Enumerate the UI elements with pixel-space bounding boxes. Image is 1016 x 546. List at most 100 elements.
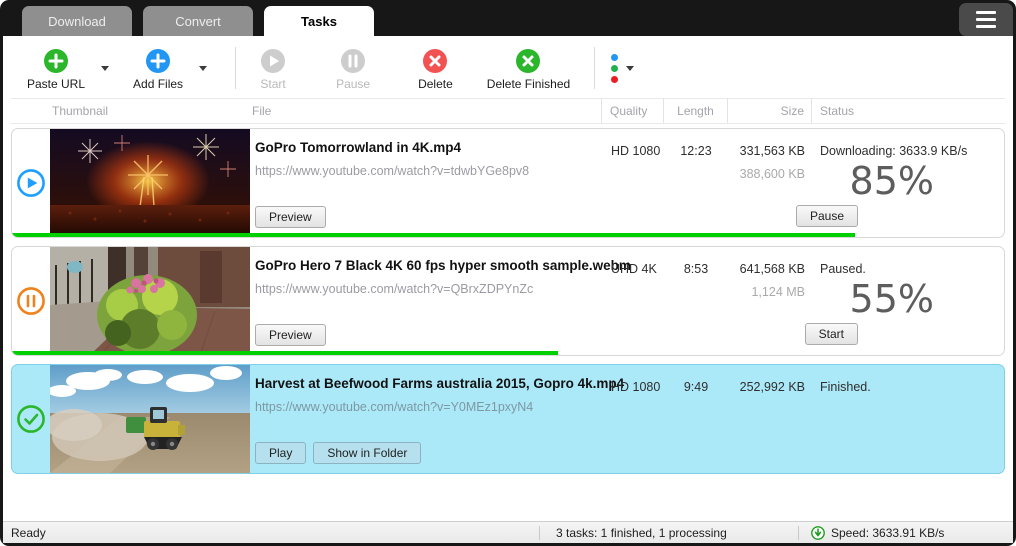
status-text: Paused. [820, 262, 866, 276]
task-row-finished[interactable]: Harvest at Beefwood Farms australia 2015… [11, 364, 1005, 474]
file-title: GoPro Hero 7 Black 4K 60 fps hyper smoot… [255, 258, 631, 273]
size-downloaded: 252,992 KB [739, 380, 805, 394]
preview-button[interactable]: Preview [255, 206, 326, 228]
paste-url-button[interactable]: Paste URL [17, 44, 95, 93]
status-cell: Finished. [812, 365, 1004, 473]
file-cell: Harvest at Beefwood Farms australia 2015… [250, 365, 625, 473]
tab-convert[interactable]: Convert [143, 6, 253, 36]
status-text: Downloading: 3633.9 KB/s [820, 144, 968, 158]
delete-button[interactable]: Delete [408, 44, 463, 93]
pause-button[interactable]: Pause [326, 44, 380, 93]
row-pause-button[interactable]: Pause [795, 205, 858, 227]
length-cell: 8:53 [683, 262, 709, 276]
show-in-folder-button[interactable]: Show in Folder [313, 442, 422, 464]
statusbar: Ready 3 tasks: 1 finished, 1 processing … [3, 521, 1013, 543]
file-cell: GoPro Tomorrowland in 4K.mp4 https://www… [250, 129, 602, 237]
toolbar-separator [235, 47, 237, 89]
length-cell: 9:49 [683, 380, 709, 394]
size-cell: 641,568 KB 1,124 MB [728, 247, 812, 355]
tab-download[interactable]: Download [22, 6, 132, 36]
row-state-cell [12, 247, 50, 355]
delete-label: Delete [418, 76, 453, 91]
titlebar: Download Convert Tasks [0, 0, 1016, 36]
delete-finished-button[interactable]: Delete Finished [477, 44, 580, 93]
red-dot-icon [611, 75, 619, 83]
tab-download-label: Download [48, 13, 106, 29]
toolbar-separator [594, 47, 596, 89]
statusbar-separator [539, 525, 540, 540]
statusbar-separator [798, 525, 799, 540]
tab-convert-label: Convert [175, 13, 221, 29]
start-label: Start [260, 76, 286, 91]
statusbar-speed-text: Speed: 3633.91 KB/s [831, 525, 945, 540]
statusbar-task-summary: 3 tasks: 1 finished, 1 processing [556, 525, 727, 540]
start-button[interactable]: Start [250, 44, 296, 93]
green-dot-icon [611, 64, 619, 72]
file-title: GoPro Tomorrowland in 4K.mp4 [255, 140, 462, 155]
file-title: Harvest at Beefwood Farms australia 2015… [255, 376, 625, 391]
check-state-icon [17, 405, 45, 433]
progress-bar [12, 351, 558, 355]
add-files-button[interactable]: Add Files [123, 44, 193, 93]
progress-bar [12, 233, 856, 237]
length-cell: 12:23 [680, 144, 712, 158]
file-cell: GoPro Hero 7 Black 4K 60 fps hyper smoot… [250, 247, 631, 355]
plus-circle-green-icon [44, 48, 69, 73]
thumbnail-street-flowers[interactable] [50, 247, 250, 355]
thumbnail-fireworks[interactable] [50, 129, 250, 237]
size-cell: 252,992 KB [728, 365, 812, 473]
quality-cell: UHD 4K [611, 262, 657, 276]
header-size[interactable]: Size [727, 99, 811, 123]
header-file[interactable]: File [249, 99, 601, 123]
x-circle-red-icon [423, 48, 448, 73]
quality-cell: HD 1080 [611, 144, 661, 158]
row-start-button[interactable]: Start [804, 323, 858, 345]
row-state-cell [12, 365, 50, 473]
header-quality[interactable]: Quality [601, 99, 663, 123]
add-files-dropdown-caret-icon[interactable] [199, 65, 208, 71]
file-url: https://www.youtube.com/watch?v=tdwbYGe8… [255, 164, 530, 178]
size-downloaded: 331,563 KB [739, 144, 805, 158]
pause-label: Pause [336, 76, 371, 91]
dots-menu-dropdown-caret-icon[interactable] [626, 65, 635, 71]
blue-dot-icon [611, 53, 619, 61]
statusbar-ready: Ready [11, 525, 46, 540]
color-dots-menu-button[interactable] [609, 53, 620, 83]
task-row-paused[interactable]: GoPro Hero 7 Black 4K 60 fps hyper smoot… [11, 246, 1005, 356]
size-total: 388,600 KB [739, 167, 805, 181]
statusbar-speed: Speed: 3633.91 KB/s [807, 526, 1005, 540]
file-url: https://www.youtube.com/watch?v=QBrxZDPY… [255, 282, 534, 296]
x-circle-green-icon [516, 48, 541, 73]
plus-circle-blue-icon [146, 48, 171, 73]
play-circle-icon [261, 48, 286, 73]
pause-state-icon [17, 287, 45, 315]
tab-tasks-label: Tasks [301, 13, 337, 29]
hamburger-menu-button[interactable] [959, 3, 1013, 36]
tab-tasks[interactable]: Tasks [264, 6, 374, 36]
delete-finished-label: Delete Finished [486, 76, 571, 91]
size-downloaded: 641,568 KB [739, 262, 805, 276]
play-state-icon [17, 169, 45, 197]
header-status[interactable]: Status [811, 99, 1005, 123]
main-panel: Paste URL Add Files Start Pause Delete D… [3, 36, 1013, 521]
add-files-label: Add Files [133, 76, 184, 91]
header-thumbnail[interactable]: Thumbnail [49, 99, 249, 123]
paste-url-dropdown-caret-icon[interactable] [101, 65, 110, 71]
pause-circle-icon [341, 48, 366, 73]
toolbar: Paste URL Add Files Start Pause Delete D… [3, 36, 1013, 98]
quality-cell: HD 1080 [611, 380, 661, 394]
progress-percent: 85% [849, 159, 934, 203]
size-total: 1,124 MB [751, 285, 805, 299]
preview-button[interactable]: Preview [255, 324, 326, 346]
thumbnail-tractor[interactable] [50, 365, 250, 473]
task-row-downloading[interactable]: GoPro Tomorrowland in 4K.mp4 https://www… [11, 128, 1005, 238]
progress-percent: 55% [849, 277, 934, 321]
table-header: Thumbnail File Quality Length Size Statu… [11, 98, 1005, 124]
row-state-cell [12, 129, 50, 237]
play-button[interactable]: Play [255, 442, 307, 464]
paste-url-label: Paste URL [27, 76, 86, 91]
header-length[interactable]: Length [663, 99, 727, 123]
file-url: https://www.youtube.com/watch?v=Y0MEz1px… [255, 400, 534, 414]
download-speed-icon [811, 525, 825, 540]
app-window: Download Convert Tasks Paste URL Add Fil… [0, 0, 1016, 546]
